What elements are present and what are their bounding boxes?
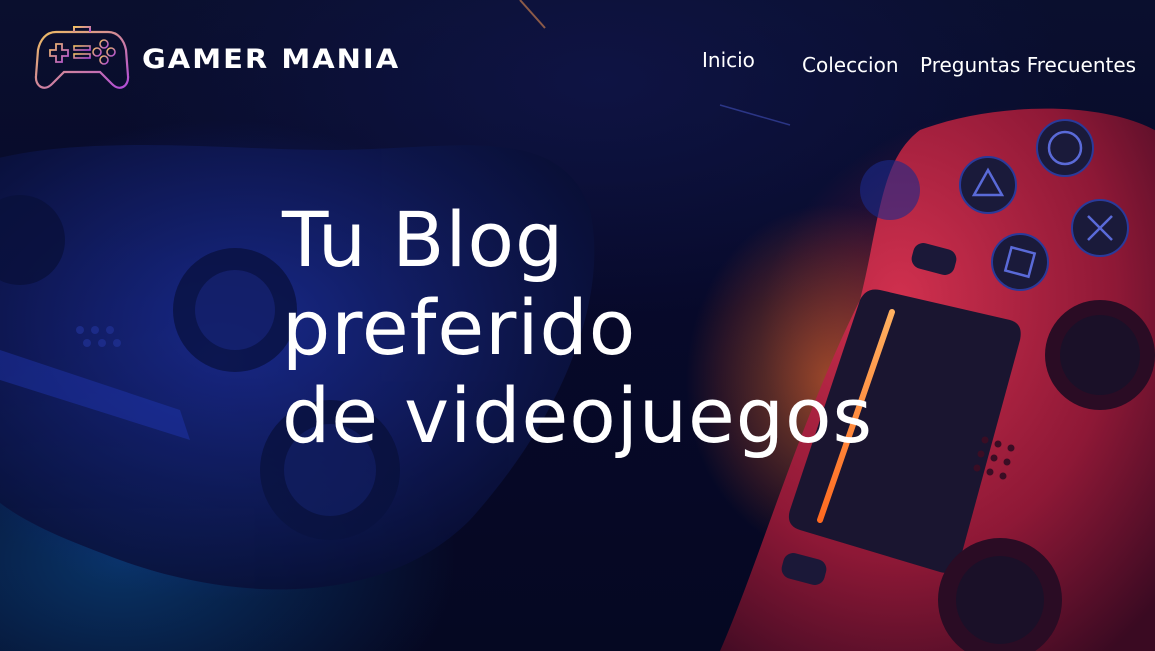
gamepad-icon [34, 26, 130, 89]
hero-headline-line: preferido [282, 283, 637, 372]
hero-headline: Tu Blog preferido de videojuegos [282, 196, 873, 460]
nav-item-inicio[interactable]: Inicio [702, 48, 755, 72]
nav-item-preguntas-frecuentes[interactable]: Preguntas Frecuentes [920, 53, 1136, 77]
brand[interactable]: GAMER MANIA [34, 26, 400, 92]
hero-section: GAMER MANIA Inicio Coleccion Preguntas F… [0, 0, 1155, 651]
hero-headline-line: Tu Blog [282, 195, 565, 284]
brand-name: GAMER MANIA [142, 43, 401, 75]
hero-headline-line: de videojuegos [282, 371, 874, 460]
nav-item-coleccion[interactable]: Coleccion [802, 53, 899, 77]
